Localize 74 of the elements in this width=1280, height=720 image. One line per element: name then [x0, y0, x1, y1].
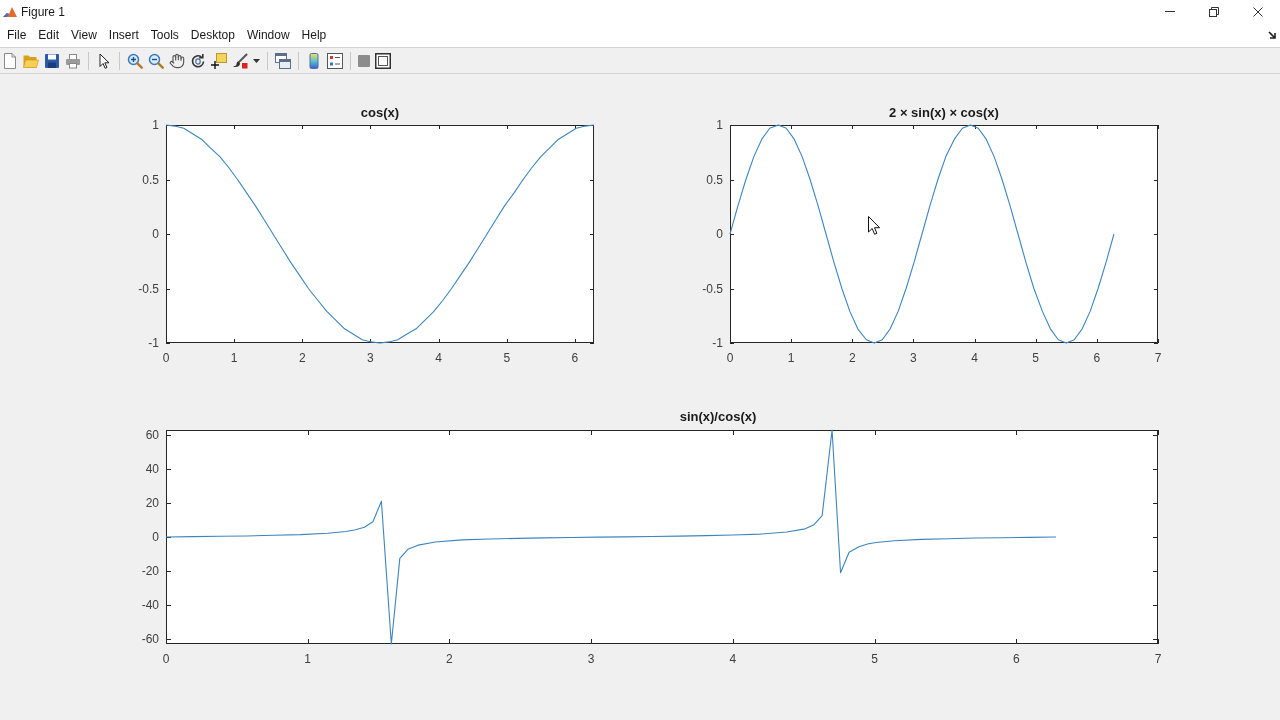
zoom-in-icon[interactable]: [127, 52, 143, 69]
menu-item[interactable]: Window: [240, 23, 296, 47]
x-tick-label: 2: [446, 652, 453, 666]
brush-icon[interactable]: [232, 52, 248, 69]
x-tick-label: 4: [729, 652, 737, 666]
y-tick-label: 1: [716, 118, 723, 132]
x-tick-label: 7: [1154, 652, 1162, 666]
menu-item[interactable]: Desktop: [184, 23, 241, 47]
menu-item[interactable]: View: [65, 23, 103, 47]
colorbar-icon[interactable]: [306, 52, 322, 69]
chart-title: 2 × sin(x) × cos(x): [889, 106, 999, 120]
window-title: Figure 1: [21, 3, 66, 21]
menu-item[interactable]: Edit: [32, 23, 66, 47]
stacked-windows-icon[interactable]: [275, 52, 291, 69]
mouse-cursor-icon: [868, 216, 880, 235]
y-tick-label: -40: [141, 597, 159, 612]
x-tick-label: 2: [848, 351, 856, 365]
y-tick-label: -1: [148, 336, 159, 350]
menu-item[interactable]: Tools: [144, 23, 185, 47]
y-tick-label: -20: [141, 563, 159, 578]
y-tick-label: -0.5: [702, 281, 723, 296]
app-logo-icon: [3, 5, 17, 18]
diagonal-arrow-icon[interactable]: [1268, 31, 1276, 39]
menu-item[interactable]: Insert: [102, 23, 145, 47]
y-tick-label: -1: [712, 336, 723, 350]
menu-item[interactable]: File: [1, 23, 33, 47]
x-tick-label: 0: [162, 652, 170, 666]
x-tick-label: 6: [1093, 351, 1101, 365]
y-tick-label: 0.5: [706, 172, 723, 187]
pointer-icon[interactable]: [96, 52, 112, 69]
y-tick-label: 60: [145, 428, 159, 443]
x-tick-label: 1: [304, 652, 312, 666]
y-tick-label: 0: [152, 227, 159, 241]
x-tick-label: 2: [298, 351, 306, 365]
x-tick-label: 1: [787, 351, 795, 365]
save-icon[interactable]: [44, 52, 60, 69]
restore-icon: [1209, 6, 1219, 17]
x-tick-label: 0: [726, 351, 734, 365]
y-tick-label: 0.5: [142, 172, 159, 187]
print-icon[interactable]: [65, 52, 81, 69]
close-icon: [1253, 6, 1263, 17]
rotate-icon[interactable]: [190, 52, 206, 69]
x-tick-label: 5: [1032, 351, 1040, 365]
caret-icon[interactable]: [253, 58, 260, 63]
x-tick-label: 5: [503, 351, 511, 365]
new-file-icon[interactable]: [2, 52, 18, 69]
x-tick-label: 4: [971, 351, 978, 365]
square-icon[interactable]: [358, 54, 370, 67]
window-icon[interactable]: [375, 52, 391, 69]
hand-icon[interactable]: [169, 52, 185, 69]
legend-icon[interactable]: [327, 52, 343, 69]
y-tick-label: 0: [152, 530, 159, 544]
menu-item[interactable]: Help: [295, 23, 333, 47]
chart-title: cos(x): [360, 106, 400, 120]
note-crosshair-icon[interactable]: [211, 52, 227, 69]
y-tick-label: 1: [152, 118, 159, 132]
x-tick-label: 6: [571, 351, 579, 365]
chart-title: sin(x)/cos(x): [679, 410, 757, 424]
x-tick-label: 4: [435, 351, 442, 365]
x-tick-label: 1: [230, 351, 238, 365]
zoom-out-icon[interactable]: [148, 52, 164, 69]
x-tick-label: 7: [1154, 351, 1162, 365]
y-tick-label: -0.5: [138, 281, 159, 296]
minimize-icon: [1165, 11, 1175, 12]
x-tick-label: 0: [162, 351, 170, 365]
y-tick-label: 40: [145, 462, 159, 477]
x-tick-label: 5: [871, 652, 878, 666]
x-tick-label: 3: [910, 351, 917, 365]
y-tick-label: 0: [716, 227, 723, 241]
y-tick-label: -60: [141, 631, 159, 646]
x-tick-label: 6: [1012, 652, 1020, 666]
x-tick-label: 3: [587, 652, 595, 666]
x-tick-label: 3: [367, 351, 374, 365]
y-tick-label: 20: [145, 496, 159, 511]
